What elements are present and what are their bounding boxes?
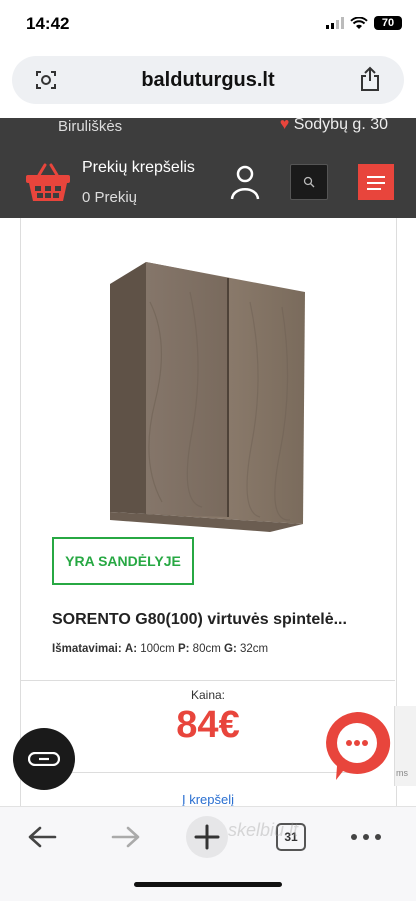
site-header: Prekių krepšelis 0 Prekių (0, 148, 416, 218)
wifi-icon (350, 16, 368, 29)
store-city: Biruliškės (58, 118, 123, 135)
status-icons: 70 (326, 16, 402, 30)
stock-badge: YRA SANDĖLYJE (52, 537, 194, 585)
forward-button[interactable] (106, 817, 146, 857)
user-icon[interactable] (230, 164, 260, 200)
back-button[interactable] (22, 817, 62, 857)
cart-title[interactable]: Prekių krepšelis (82, 159, 195, 177)
dims-a-label: A: (124, 643, 138, 655)
product-name[interactable]: SORENTO G80(100) virtuvės spintelė... (52, 611, 347, 629)
side-widget[interactable]: ms (394, 706, 416, 786)
menu-icon-line (367, 182, 385, 184)
dims-label: Išmatavimai: (52, 643, 122, 655)
price-label: Kaina: (190, 688, 226, 702)
plus-icon (194, 824, 220, 850)
loop-icon (28, 752, 60, 766)
watermark: skelbiu.lt (228, 820, 299, 840)
url-text[interactable]: balduturgus.lt (12, 69, 404, 92)
status-time: 14:42 (26, 14, 70, 33)
add-to-cart-button[interactable]: Į krepšelį (0, 792, 416, 807)
more-icon (351, 834, 381, 840)
store-address-text: Sodybų g. 30 (293, 116, 388, 133)
search-button[interactable] (290, 164, 328, 200)
signal-icon (326, 17, 344, 29)
card-divider-2 (52, 772, 362, 773)
more-button[interactable] (348, 817, 384, 857)
home-indicator (134, 882, 282, 887)
product-image[interactable] (110, 262, 310, 536)
battery-indicator: 70 (374, 16, 402, 30)
menu-button[interactable] (358, 164, 394, 200)
loop-button[interactable] (13, 728, 75, 790)
menu-icon-line (367, 188, 381, 190)
basket-icon[interactable] (25, 163, 71, 203)
plus-button-bg (186, 816, 228, 858)
back-icon (28, 826, 57, 848)
forward-icon (111, 826, 140, 848)
dims-p-label: P: (177, 643, 190, 655)
product-dimensions: Išmatavimai: A: 100cm P: 80cm G: 32cm (52, 643, 268, 655)
dims-g-value: 32cm (239, 643, 269, 655)
new-tab-button[interactable] (186, 816, 228, 858)
store-address[interactable]: ♥ Sodybų g. 30 (280, 116, 388, 134)
chat-button[interactable] (320, 708, 394, 782)
dims-a-value: 100cm (140, 643, 175, 655)
menu-icon (367, 176, 385, 178)
chat-icon (346, 740, 368, 746)
dims-g-label: G: (224, 643, 237, 655)
address-bar[interactable]: balduturgus.lt (12, 56, 404, 104)
search-icon (303, 176, 315, 188)
cart-count[interactable]: 0 Prekių (82, 189, 137, 206)
dims-p-value: 80cm (192, 643, 221, 655)
share-icon[interactable] (358, 66, 382, 92)
status-bar: 14:42 70 (0, 0, 416, 50)
card-divider (20, 680, 395, 681)
location-strip: Biruliškės ♥ Sodybų g. 30 (0, 116, 416, 148)
pin-icon: ♥ (279, 116, 290, 133)
side-widget-text: ms (396, 768, 408, 778)
